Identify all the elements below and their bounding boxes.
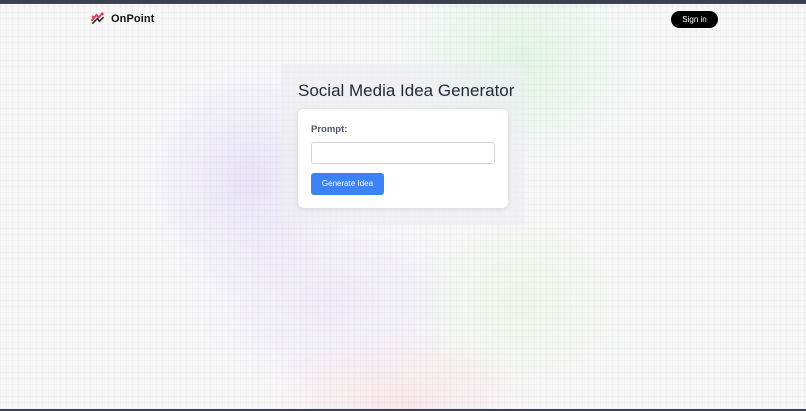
prompt-label: Prompt: xyxy=(311,124,348,135)
brand[interactable]: OnPoint xyxy=(90,11,154,26)
page-title: Social Media Idea Generator xyxy=(298,81,515,100)
prompt-input[interactable] xyxy=(311,142,495,164)
brand-name: OnPoint xyxy=(111,12,155,25)
generator-card: Prompt: Generate Idea xyxy=(298,109,508,208)
top-border xyxy=(0,0,806,4)
onpoint-logo-icon xyxy=(90,12,104,24)
generate-idea-button[interactable]: Generate Idea xyxy=(311,173,384,195)
sign-in-button[interactable]: Sign in xyxy=(671,11,718,28)
